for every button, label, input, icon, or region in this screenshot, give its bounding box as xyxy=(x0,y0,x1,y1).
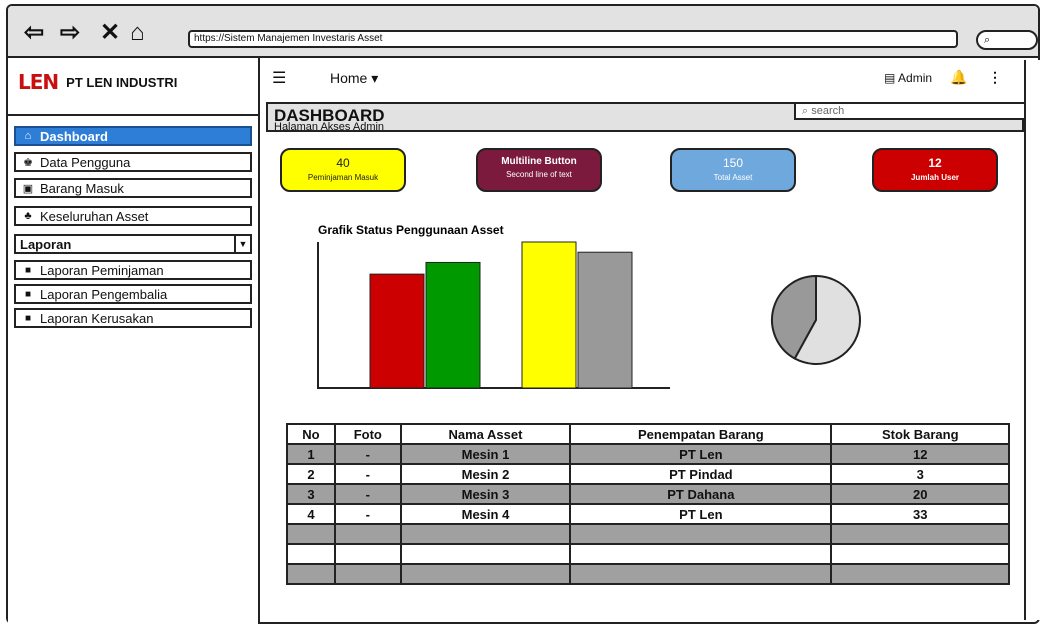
table-cell: PT Len xyxy=(569,443,833,465)
table-row[interactable]: 3- Mesin 3 PT Dahana 20 xyxy=(286,483,1010,505)
table-cell: Mesin 4 xyxy=(399,503,572,525)
box-icon: ▣ xyxy=(22,182,34,195)
table-cell: - xyxy=(333,503,402,525)
home-dropdown[interactable]: Home ▾ xyxy=(330,70,378,87)
forward-arrow-icon[interactable]: ⇨ xyxy=(60,21,80,45)
more-icon[interactable]: ⋮ xyxy=(988,69,1002,86)
stat-card-total-asset[interactable]: 150 Total Asset xyxy=(670,148,796,192)
sidebar-dropdown-laporan[interactable]: Laporan ▼ xyxy=(14,234,252,254)
table-cell: 3 xyxy=(286,483,336,505)
table-cell xyxy=(399,563,572,585)
chart-title: Grafik Status Penggunaan Asset xyxy=(318,223,504,237)
table-cell: 1 xyxy=(286,443,336,465)
hamburger-icon[interactable]: ☰ xyxy=(272,68,286,88)
table-row[interactable]: 1- Mesin 1 PT Len 12 xyxy=(286,443,1010,465)
table-row[interactable]: 4- Mesin 4 PT Len 33 xyxy=(286,503,1010,525)
back-arrow-icon[interactable]: ⇦ xyxy=(24,21,44,45)
table-cell xyxy=(286,523,336,545)
home-icon: ⌂ xyxy=(24,130,32,142)
table-cell xyxy=(399,543,572,565)
url-bar[interactable]: https://Sistem Manajemen Investaris Asse… xyxy=(188,30,958,48)
pie-chart xyxy=(771,274,861,365)
table-cell: - xyxy=(333,463,402,485)
table-row[interactable] xyxy=(286,523,1010,545)
asset-table: No Foto Nama Asset Penempatan Barang Sto… xyxy=(286,423,1010,585)
table-cell: 2 xyxy=(286,463,336,485)
stat-card-jumlah-user[interactable]: 12 Jumlah User xyxy=(872,148,998,192)
browser-toolbar: ⇦ ⇨ ✕ ⌂ https://Sistem Manajemen Investa… xyxy=(8,6,1038,58)
table-cell: Mesin 3 xyxy=(399,483,572,505)
table-cell: 33 xyxy=(830,503,1010,525)
table-cell xyxy=(830,523,1010,545)
col-stok: Stok Barang xyxy=(830,423,1010,445)
sidebar-item-laporan-peminjaman[interactable]: ■ Laporan Peminjaman xyxy=(14,260,252,280)
search-input[interactable]: ⌕ search xyxy=(794,102,1028,120)
home-icon[interactable]: ⌂ xyxy=(130,21,145,45)
table-cell xyxy=(569,563,833,585)
admin-menu[interactable]: ▤ Admin xyxy=(884,71,932,85)
table-cell: Mesin 1 xyxy=(399,443,572,465)
bar-chart: Grafik Status Penggunaan Asset xyxy=(317,223,670,389)
col-penempatan: Penempatan Barang xyxy=(569,423,833,445)
stat-card-peminjaman[interactable]: 40 Peminjaman Masuk xyxy=(280,148,406,192)
table-cell xyxy=(286,563,336,585)
sidebar-item-dashboard[interactable]: ⌂ Dashboard xyxy=(14,126,252,146)
sidebar-item-keseluruhan-asset[interactable]: ♣ Keseluruhan Asset xyxy=(14,206,252,226)
table-cell xyxy=(333,543,402,565)
table-cell: PT Pindad xyxy=(569,463,833,485)
brand: LEN PT LEN INDUSTRI xyxy=(18,70,177,94)
sidebar-item-data-pengguna[interactable]: ♚ Data Pengguna xyxy=(14,152,252,172)
chevron-down-icon: ▼ xyxy=(234,236,250,252)
col-foto: Foto xyxy=(333,423,402,445)
bell-icon[interactable]: 🔔 xyxy=(950,69,967,86)
table-cell xyxy=(333,523,402,545)
sidebar-item-laporan-kerusakan[interactable]: ■ Laporan Kerusakan xyxy=(14,308,252,328)
multiline-button[interactable]: Multiline Button Second line of text xyxy=(476,148,602,192)
table-cell: Mesin 2 xyxy=(399,463,572,485)
table-cell xyxy=(830,563,1010,585)
table-cell xyxy=(569,523,833,545)
chart-bar xyxy=(369,273,425,389)
table-cell: - xyxy=(333,443,402,465)
table-cell: 12 xyxy=(830,443,1010,465)
table-cell xyxy=(399,523,572,545)
chart-bar xyxy=(425,261,481,389)
search-icon: ⌕ xyxy=(984,34,991,46)
sidebar-item-laporan-pengembalia[interactable]: ■ Laporan Pengembalia xyxy=(14,284,252,304)
main-content: ☰ Home ▾ ▤ Admin 🔔 ⋮ DASHBOARD Halaman A… xyxy=(260,58,1028,624)
person-icon: ♚ xyxy=(23,156,33,169)
report-icon: ■ xyxy=(24,288,32,300)
report-icon: ■ xyxy=(24,264,32,276)
logo: LEN xyxy=(18,70,59,94)
brand-name: PT LEN INDUSTRI xyxy=(66,74,178,90)
chart-bar xyxy=(577,251,633,389)
table-row[interactable] xyxy=(286,563,1010,585)
browser-window: ⇦ ⇨ ✕ ⌂ https://Sistem Manajemen Investa… xyxy=(6,4,1040,624)
tree-icon: ♣ xyxy=(24,210,32,222)
table-cell: PT Len xyxy=(569,503,833,525)
page-subtitle: Halaman Akses Admin xyxy=(274,121,385,133)
table-cell: 3 xyxy=(830,463,1010,485)
chart-bar xyxy=(521,241,577,389)
browser-search-input[interactable]: ⌕ xyxy=(976,30,1038,50)
table-cell: PT Dahana xyxy=(569,483,833,505)
report-icon: ■ xyxy=(24,312,32,324)
scrollbar[interactable] xyxy=(1024,60,1040,620)
table-row[interactable] xyxy=(286,543,1010,565)
page-header: DASHBOARD Halaman Akses Admin ⌕ search xyxy=(266,102,1028,133)
table-cell: 4 xyxy=(286,503,336,525)
sidebar-item-barang-masuk[interactable]: ▣ Barang Masuk xyxy=(14,178,252,198)
close-icon[interactable]: ✕ xyxy=(100,21,120,45)
table-cell xyxy=(333,563,402,585)
table-header-row: No Foto Nama Asset Penempatan Barang Sto… xyxy=(286,423,1010,445)
table-cell xyxy=(830,543,1010,565)
col-nama-asset: Nama Asset xyxy=(399,423,572,445)
table-cell xyxy=(286,543,336,565)
table-cell: - xyxy=(333,483,402,505)
table-cell: 20 xyxy=(830,483,1010,505)
col-no: No xyxy=(286,423,336,445)
table-cell xyxy=(569,543,833,565)
table-row[interactable]: 2- Mesin 2 PT Pindad 3 xyxy=(286,463,1010,485)
sidebar: LEN PT LEN INDUSTRI ⌂ Dashboard ♚ Data P… xyxy=(8,58,260,624)
